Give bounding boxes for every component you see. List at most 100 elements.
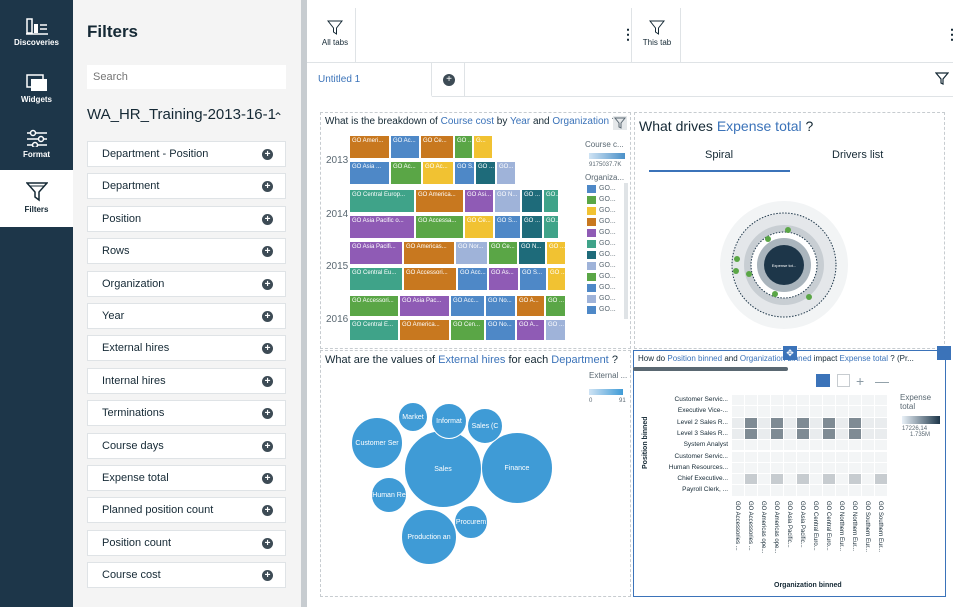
treemap-tile[interactable]: G... bbox=[473, 135, 493, 159]
add-icon[interactable]: + bbox=[262, 408, 273, 420]
add-icon[interactable]: + bbox=[262, 311, 273, 322]
heatmap-cell[interactable] bbox=[849, 451, 861, 462]
treemap-tile[interactable]: GO ... bbox=[454, 135, 473, 159]
legend-swatch[interactable] bbox=[587, 218, 596, 226]
legend-scrollbar[interactable] bbox=[624, 183, 628, 319]
treemap-tile[interactable]: GO A... bbox=[516, 295, 545, 317]
heatmap-cell[interactable] bbox=[732, 417, 744, 428]
treemap-tile[interactable]: GO Acc... bbox=[457, 267, 488, 291]
heatmap-cell[interactable] bbox=[862, 406, 874, 417]
bubble[interactable]: Customer Ser bbox=[351, 417, 403, 469]
heatmap-cell[interactable] bbox=[732, 451, 744, 462]
plus-icon[interactable]: + bbox=[856, 373, 864, 389]
treemap-tile[interactable]: GO N... bbox=[494, 189, 521, 213]
treemap-tile[interactable]: GO Ameri... bbox=[349, 135, 390, 159]
heatmap-cell[interactable] bbox=[732, 462, 744, 474]
add-icon[interactable]: + bbox=[262, 537, 273, 549]
heatmap-cell[interactable] bbox=[745, 428, 757, 440]
heatmap-cell[interactable] bbox=[732, 395, 744, 406]
heatmap-cell[interactable] bbox=[771, 462, 783, 474]
heatmap-cell[interactable] bbox=[823, 462, 835, 474]
heatmap-cell[interactable] bbox=[784, 485, 796, 496]
heatmap-cell[interactable] bbox=[745, 417, 757, 428]
filter-icon[interactable] bbox=[935, 72, 949, 86]
title-metric[interactable]: Organization binned bbox=[740, 354, 812, 363]
heatmap-cell[interactable] bbox=[823, 485, 835, 496]
heatmap-cell[interactable] bbox=[745, 485, 757, 496]
spiral-viz[interactable]: What drives Expense total ? Spiral Drive… bbox=[634, 112, 945, 349]
heatmap-cell[interactable] bbox=[849, 395, 861, 406]
heatmap-cell[interactable] bbox=[784, 474, 796, 485]
field-item[interactable]: Department + bbox=[87, 173, 286, 200]
heatmap-cell[interactable] bbox=[810, 451, 822, 462]
heatmap-cell[interactable] bbox=[771, 474, 783, 485]
treemap-tile[interactable]: GO ... bbox=[546, 241, 566, 265]
heatmap-cell[interactable] bbox=[875, 417, 887, 428]
treemap-tile[interactable]: GO Nor... bbox=[455, 241, 488, 265]
legend-swatch[interactable] bbox=[587, 229, 596, 237]
treemap-tile[interactable]: GO Accessori... bbox=[403, 267, 457, 291]
heatmap-cell[interactable] bbox=[784, 395, 796, 406]
heatmap-cell[interactable] bbox=[732, 474, 744, 485]
heatmap-cell[interactable] bbox=[732, 406, 744, 417]
rail-discoveries[interactable]: Discoveries bbox=[0, 5, 73, 62]
treemap-viz[interactable]: What is the breakdown of Course cost by … bbox=[320, 112, 631, 349]
treemap-tile[interactable]: GO Ac... bbox=[390, 135, 420, 159]
add-icon[interactable]: + bbox=[262, 570, 273, 582]
treemap-tile[interactable]: GO Ac... bbox=[422, 161, 454, 185]
title-metric[interactable]: Expense total bbox=[717, 118, 802, 134]
title-metric[interactable]: External hires bbox=[438, 354, 505, 366]
heatmap-cell[interactable] bbox=[797, 417, 809, 428]
heatmap-cell[interactable] bbox=[771, 417, 783, 428]
heatmap-cell[interactable] bbox=[810, 417, 822, 428]
add-icon[interactable]: + bbox=[262, 343, 273, 355]
heatmap-cell[interactable] bbox=[862, 474, 874, 485]
bubble[interactable]: Market bbox=[398, 402, 428, 432]
treemap-tile[interactable]: GO S... bbox=[494, 215, 521, 239]
heatmap-cell[interactable] bbox=[758, 474, 770, 485]
treemap-tile[interactable]: GO Accessa... bbox=[415, 215, 464, 239]
treemap-tile[interactable]: GO... bbox=[496, 161, 516, 185]
heatmap-cell[interactable] bbox=[797, 406, 809, 417]
treemap-tile[interactable]: GO As... bbox=[488, 267, 519, 291]
treemap-tile[interactable]: GO... bbox=[543, 215, 559, 239]
heatmap-viz[interactable]: How do Position binned and Organization … bbox=[633, 350, 946, 597]
treemap-tile[interactable]: GO Central E... bbox=[349, 319, 399, 341]
heatmap-cell[interactable] bbox=[745, 474, 757, 485]
treemap-tile[interactable]: GO ... bbox=[521, 215, 543, 239]
heatmap-cell[interactable] bbox=[771, 428, 783, 440]
treemap-tile[interactable]: GO Acc... bbox=[450, 295, 485, 317]
title-metric[interactable]: Course cost bbox=[441, 116, 494, 127]
heatmap-cell[interactable] bbox=[823, 406, 835, 417]
heatmap-cell[interactable] bbox=[849, 417, 861, 428]
heatmap-cell[interactable] bbox=[732, 440, 744, 451]
bubble-viz[interactable]: What are the values of External hires fo… bbox=[320, 350, 631, 597]
heatmap-cell[interactable] bbox=[771, 485, 783, 496]
heatmap-cell[interactable] bbox=[875, 428, 887, 440]
heatmap-cell[interactable] bbox=[784, 451, 796, 462]
heatmap-cell[interactable] bbox=[836, 485, 848, 496]
add-icon[interactable]: + bbox=[262, 440, 273, 452]
treemap-tile[interactable]: GO No... bbox=[485, 319, 516, 341]
scroll-bar[interactable] bbox=[633, 367, 788, 371]
heatmap-cell[interactable] bbox=[849, 462, 861, 474]
heatmap-cell[interactable] bbox=[758, 462, 770, 474]
heatmap-cell[interactable] bbox=[810, 406, 822, 417]
bubble[interactable]: Production an bbox=[401, 509, 457, 565]
rail-format[interactable]: Format bbox=[0, 117, 73, 174]
heatmap-cell[interactable] bbox=[849, 428, 861, 440]
heatmap-cell[interactable] bbox=[784, 428, 796, 440]
bubble[interactable]: Finance bbox=[481, 432, 553, 504]
field-item[interactable]: Planned position count + bbox=[87, 497, 286, 524]
heatmap-cell[interactable] bbox=[784, 406, 796, 417]
heatmap-cell[interactable] bbox=[849, 440, 861, 451]
heatmap-cell[interactable] bbox=[810, 428, 822, 440]
heatmap-cell[interactable] bbox=[823, 451, 835, 462]
heatmap-cell[interactable] bbox=[836, 395, 848, 406]
heatmap-cell[interactable] bbox=[862, 462, 874, 474]
add-icon[interactable]: + bbox=[262, 505, 273, 517]
heatmap-cell[interactable] bbox=[836, 417, 848, 428]
legend-swatch[interactable] bbox=[587, 185, 596, 193]
field-item[interactable]: Department - Position + bbox=[87, 141, 286, 167]
field-item[interactable]: External hires + bbox=[87, 335, 286, 362]
